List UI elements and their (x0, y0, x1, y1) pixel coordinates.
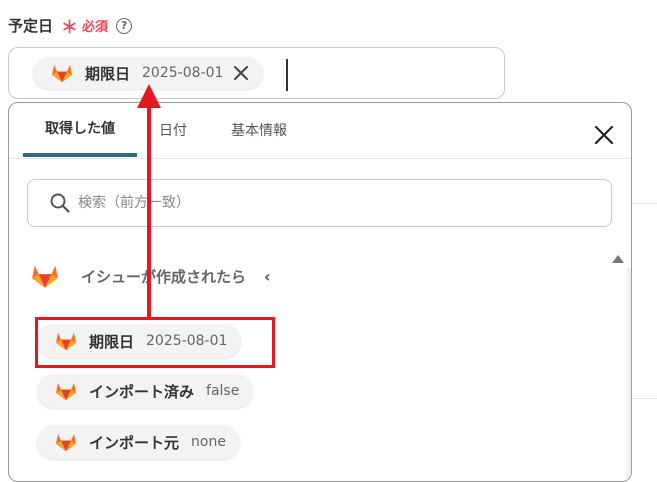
background-divider (632, 398, 657, 399)
value-picker-dropdown: 取得した値 日付 基本情報 イシューが作成されたら ‹ 期限日 2025-08-… (8, 102, 632, 482)
text-cursor (286, 59, 288, 91)
tab-divider (9, 158, 631, 159)
remove-chip-icon[interactable] (233, 65, 249, 81)
search-icon (50, 193, 70, 213)
help-icon[interactable]: ? (116, 17, 133, 34)
search-input[interactable] (76, 194, 580, 212)
gitlab-icon (55, 381, 77, 401)
gitlab-icon (51, 63, 73, 83)
search-box (27, 179, 612, 227)
tab-acquired-values[interactable]: 取得した値 (23, 103, 137, 157)
scrollbar-track[interactable] (627, 268, 631, 481)
picker-tabs: 取得した値 日付 基本情報 (23, 103, 309, 157)
scroll-up-icon[interactable] (612, 255, 624, 263)
list-item[interactable]: インポート済み false (37, 374, 254, 408)
required-mark: ＊ (61, 18, 79, 38)
required-text: 必須 (82, 20, 109, 35)
item-label: インポート済み (89, 382, 195, 401)
field-label: 予定日 ＊ 必須 ? (8, 13, 133, 38)
annotation-highlight-box (35, 317, 275, 368)
tab-basic-info[interactable]: 基本情報 (209, 103, 309, 157)
list-item[interactable]: インポート元 none (37, 425, 240, 459)
annotation-arrow-head (137, 84, 161, 108)
item-label: インポート元 (89, 433, 180, 452)
item-value: false (206, 383, 240, 399)
annotation-arrow-shaft (147, 105, 151, 318)
chip-label: 期限日 (85, 64, 131, 83)
collapse-chevron-icon[interactable]: ‹ (264, 267, 271, 286)
section-title: イシューが作成されたら (81, 267, 247, 286)
gitlab-icon (31, 263, 59, 289)
background-divider (632, 203, 657, 204)
item-value: none (191, 434, 226, 450)
chip-value: 2025-08-01 (142, 65, 224, 81)
gitlab-icon (55, 432, 77, 452)
date-field-input[interactable]: 期限日 2025-08-01 (8, 47, 505, 99)
close-icon[interactable] (594, 125, 614, 145)
field-label-text: 予定日 (8, 17, 54, 35)
